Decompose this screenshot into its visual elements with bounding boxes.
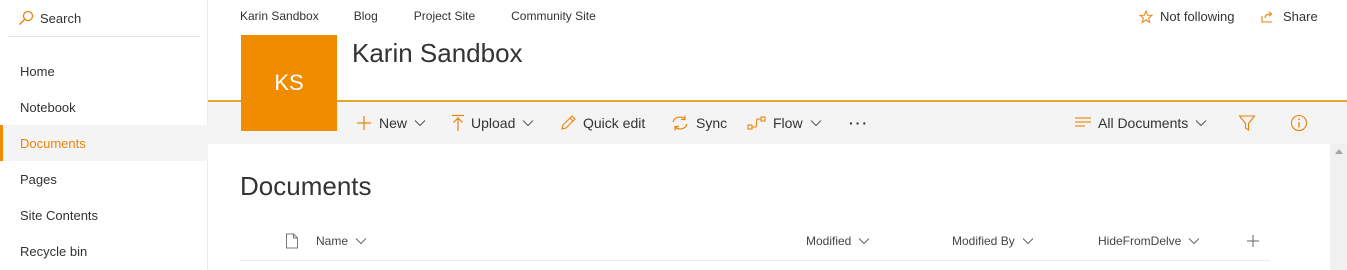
- column-name-label: Name: [316, 234, 349, 248]
- site-logo[interactable]: KS: [241, 35, 337, 131]
- more-options-button[interactable]: ···: [849, 102, 869, 144]
- topnav-link-blog[interactable]: Blog: [354, 9, 378, 25]
- chevron-down-icon: [414, 120, 426, 127]
- column-header-type[interactable]: [285, 231, 299, 251]
- column-header-hidefromdelve[interactable]: HideFromDelve: [1098, 231, 1200, 251]
- sync-label: Sync: [696, 115, 728, 131]
- chevron-down-icon: [810, 120, 821, 127]
- add-column-button[interactable]: [1246, 231, 1260, 251]
- search-box[interactable]: Search: [8, 0, 200, 37]
- pencil-icon: [561, 115, 576, 130]
- quick-edit-label: Quick edit: [583, 115, 646, 131]
- upload-icon: [452, 114, 464, 131]
- column-modified-by-label: Modified By: [952, 234, 1015, 248]
- search-icon: [19, 10, 34, 25]
- chevron-down-icon: [1022, 238, 1034, 245]
- command-bar: New Upload Quick edit Sync Flow ··· All …: [208, 102, 1347, 144]
- search-label: Search: [40, 10, 82, 26]
- column-header-divider: [240, 260, 1270, 261]
- nav-item-home[interactable]: Home: [0, 53, 208, 89]
- column-header-modified-by[interactable]: Modified By: [952, 231, 1034, 251]
- follow-label: Not following: [1160, 9, 1235, 24]
- sync-button[interactable]: Sync: [670, 102, 727, 144]
- topnav-link-karin-sandbox[interactable]: Karin Sandbox: [240, 9, 319, 25]
- nav-item-notebook[interactable]: Notebook: [0, 89, 208, 125]
- nav-item-recycle-bin[interactable]: Recycle bin: [0, 233, 208, 269]
- view-selector[interactable]: All Documents: [1074, 102, 1207, 144]
- library-title: Documents: [240, 171, 372, 201]
- new-label: New: [379, 115, 408, 131]
- chevron-down-icon: [1195, 120, 1207, 127]
- star-icon: [1139, 9, 1153, 24]
- follow-button[interactable]: Not following: [1139, 9, 1234, 24]
- upload-label: Upload: [471, 115, 516, 131]
- info-icon: [1290, 114, 1308, 132]
- library-content: [208, 144, 1330, 270]
- flow-icon: [747, 116, 766, 130]
- document-icon: [286, 233, 298, 249]
- column-header-modified[interactable]: Modified: [806, 231, 870, 251]
- site-title[interactable]: Karin Sandbox: [352, 38, 523, 69]
- top-site-navigation: Karin Sandbox Blog Project Site Communit…: [240, 9, 633, 25]
- sync-icon: [672, 115, 688, 131]
- scroll-up-arrow-icon[interactable]: [1335, 149, 1343, 154]
- nav-item-pages[interactable]: Pages: [0, 161, 208, 197]
- chevron-down-icon: [355, 238, 367, 245]
- share-button[interactable]: Share: [1260, 9, 1318, 24]
- flow-label: Flow: [773, 115, 803, 131]
- chevron-down-icon: [859, 238, 870, 245]
- info-button[interactable]: [1290, 102, 1314, 144]
- left-navigation: Search Home Notebook Documents Pages Sit…: [0, 0, 208, 270]
- column-modified-label: Modified: [806, 234, 852, 248]
- chevron-down-icon: [523, 120, 534, 127]
- topnav-link-community-site[interactable]: Community Site: [511, 9, 596, 25]
- column-hidefromdelve-label: HideFromDelve: [1098, 234, 1182, 248]
- new-button[interactable]: New: [355, 102, 426, 144]
- view-label: All Documents: [1098, 115, 1189, 131]
- column-header-name[interactable]: Name: [316, 231, 367, 251]
- view-list-icon: [1075, 117, 1091, 127]
- nav-item-site-contents[interactable]: Site Contents: [0, 197, 208, 233]
- upload-button[interactable]: Upload: [451, 102, 534, 144]
- chevron-down-icon: [1189, 238, 1200, 245]
- vertical-scrollbar[interactable]: [1330, 144, 1347, 270]
- quick-edit-button[interactable]: Quick edit: [559, 102, 645, 144]
- share-label: Share: [1283, 9, 1318, 24]
- share-icon: [1261, 10, 1273, 23]
- topnav-link-project-site[interactable]: Project Site: [414, 9, 475, 25]
- add-column-icon: [1247, 235, 1259, 247]
- filter-button[interactable]: [1238, 102, 1262, 144]
- nav-item-documents[interactable]: Documents: [0, 125, 208, 161]
- filter-icon: [1238, 115, 1256, 132]
- flow-button[interactable]: Flow: [747, 102, 822, 144]
- plus-icon: [357, 116, 371, 130]
